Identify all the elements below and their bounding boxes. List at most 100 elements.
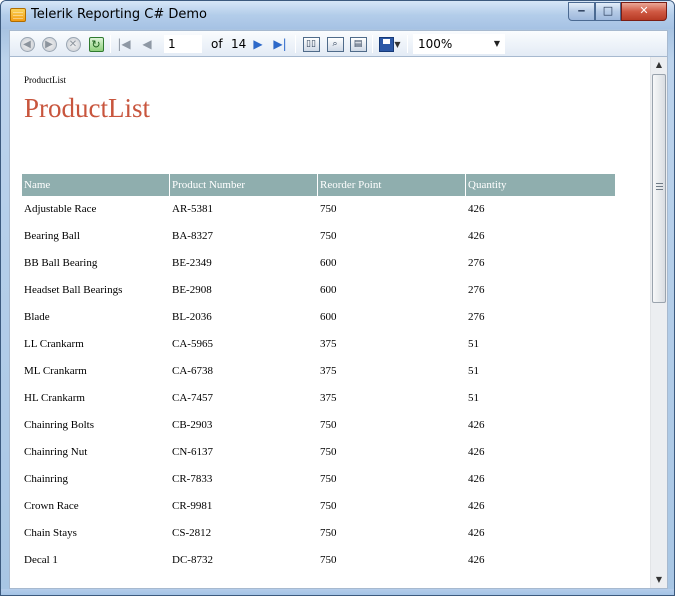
previous-page-button[interactable]: ◀	[139, 34, 155, 54]
cell-name: BB Ball Bearing	[24, 257, 98, 269]
cell-product-number: CR-7833	[172, 473, 213, 485]
table-body: Adjustable Race AR-5381 750 426 Bearing Ball…	[22, 196, 615, 574]
back-button[interactable]: ◀	[18, 34, 36, 54]
cell-name: Decal 1	[24, 554, 58, 566]
cell-product-number: CA-6738	[172, 365, 213, 377]
last-page-button[interactable]: ▶|	[271, 34, 289, 54]
app-window: Telerik Reporting C# Demo ‒ □ ✕ ◀ ▶ ✕ ↻ …	[0, 0, 675, 596]
stop-button[interactable]: ✕	[64, 34, 82, 54]
grip-icon	[656, 183, 663, 190]
cell-name: Bearing Ball	[24, 230, 80, 242]
column-header-product-number: Product Number	[170, 174, 318, 196]
cell-product-number: DC-8732	[172, 554, 213, 566]
refresh-button[interactable]: ↻	[87, 34, 105, 54]
cell-quantity: 426	[468, 230, 485, 242]
table-row: Bearing Ball BA-8327 750 426	[22, 223, 615, 250]
cell-product-number: CA-5965	[172, 338, 213, 350]
cell-quantity: 426	[468, 419, 485, 431]
table-row: Headset Ball Bearings BE-2908 600 276	[22, 277, 615, 304]
save-icon	[379, 36, 395, 52]
table-row: Decal 1 DC-8732 750 426	[22, 547, 615, 574]
printer-icon: ▤	[349, 36, 367, 52]
cell-quantity: 426	[468, 203, 485, 215]
table-row: Crown Race CR-9981 750 426	[22, 493, 615, 520]
current-page-input[interactable]: 1	[164, 35, 202, 53]
window-title: Telerik Reporting C# Demo	[31, 7, 208, 22]
cell-reorder-point: 375	[320, 338, 337, 350]
title-bar[interactable]: Telerik Reporting C# Demo ‒ □ ✕	[1, 1, 674, 29]
cell-name: LL Crankarm	[24, 338, 84, 350]
cell-reorder-point: 375	[320, 365, 337, 377]
table-row: LL Crankarm CA-5965 375 51	[22, 331, 615, 358]
document-map-button[interactable]: ▯▯	[301, 34, 321, 54]
cell-product-number: AR-5381	[172, 203, 213, 215]
table-row: Chainring CR-7833 750 426	[22, 466, 615, 493]
cell-quantity: 426	[468, 527, 485, 539]
first-page-button[interactable]: |◀	[115, 34, 133, 54]
table-row: BB Ball Bearing BE-2349 600 276	[22, 250, 615, 277]
report-title: ProductList	[24, 93, 150, 123]
cell-quantity: 426	[468, 473, 485, 485]
table-row: HL Crankarm CA-7457 375 51	[22, 385, 615, 412]
cell-product-number: CS-2812	[172, 527, 212, 539]
cell-product-number: BE-2349	[172, 257, 212, 269]
vertical-scrollbar[interactable]: ▲ ▼	[650, 57, 667, 588]
report-header-label: ProductList	[24, 75, 66, 85]
cell-quantity: 51	[468, 338, 479, 350]
cell-quantity: 276	[468, 257, 485, 269]
chevron-down-icon: ▼	[394, 39, 401, 49]
minimize-button[interactable]: ‒	[568, 2, 595, 21]
first-page-icon: |◀	[117, 37, 131, 51]
cell-product-number: CN-6137	[172, 446, 213, 458]
cell-name: Chain Stays	[24, 527, 77, 539]
cell-reorder-point: 750	[320, 230, 337, 242]
app-icon	[10, 8, 26, 22]
export-button[interactable]: ▼	[377, 34, 403, 54]
book-icon: ▯▯	[302, 36, 320, 52]
table-row: ML Crankarm CA-6738 375 51	[22, 358, 615, 385]
cell-reorder-point: 750	[320, 473, 337, 485]
zoom-select[interactable]: 100% ▼	[413, 34, 505, 54]
table-row: Chainring Bolts CB-2903 750 426	[22, 412, 615, 439]
table-row: Chainring Nut CN-6137 750 426	[22, 439, 615, 466]
scroll-up-icon[interactable]: ▲	[651, 57, 667, 73]
cell-reorder-point: 750	[320, 500, 337, 512]
cell-reorder-point: 600	[320, 311, 337, 323]
report-page: ProductList ProductList Name Product Num…	[10, 57, 650, 588]
cell-reorder-point: 750	[320, 419, 337, 431]
cell-product-number: BL-2036	[172, 311, 212, 323]
toolbar-separator	[110, 35, 111, 53]
cell-name: Chainring Bolts	[24, 419, 94, 431]
cell-reorder-point: 750	[320, 446, 337, 458]
toolbar-separator	[407, 35, 408, 53]
cell-product-number: CR-9981	[172, 500, 213, 512]
cell-quantity: 426	[468, 500, 485, 512]
cell-product-number: CA-7457	[172, 392, 213, 404]
report-viewport[interactable]: ProductList ProductList Name Product Num…	[9, 56, 668, 589]
cell-reorder-point: 750	[320, 527, 337, 539]
cell-product-number: BE-2908	[172, 284, 212, 296]
next-page-button[interactable]: ▶	[250, 34, 266, 54]
column-header-quantity: Quantity	[466, 174, 615, 196]
cell-product-number: CB-2903	[172, 419, 213, 431]
column-header-reorder-point: Reorder Point	[318, 174, 466, 196]
print-button[interactable]: ▤	[348, 34, 368, 54]
refresh-icon: ↻	[88, 36, 104, 52]
scroll-down-icon[interactable]: ▼	[651, 572, 667, 588]
column-header-name: Name	[22, 174, 170, 196]
print-preview-button[interactable]: ⌕	[325, 34, 345, 54]
close-button[interactable]: ✕	[621, 2, 667, 21]
scrollbar-thumb[interactable]	[652, 74, 666, 303]
cell-name: Headset Ball Bearings	[24, 284, 123, 296]
cell-quantity: 426	[468, 554, 485, 566]
chevron-down-icon: ▼	[493, 39, 500, 48]
toolbar-separator	[295, 35, 296, 53]
report-toolbar: ◀ ▶ ✕ ↻ |◀ ◀ 1 of 14 ▶ ▶| ▯▯ ⌕ ▤ ▼ 100% …	[9, 30, 668, 56]
cell-name: ML Crankarm	[24, 365, 87, 377]
cell-name: Chainring Nut	[24, 446, 88, 458]
cell-reorder-point: 600	[320, 284, 337, 296]
print-preview-icon: ⌕	[326, 36, 344, 52]
maximize-button[interactable]: □	[595, 2, 621, 21]
forward-button[interactable]: ▶	[40, 34, 58, 54]
cell-quantity: 426	[468, 446, 485, 458]
